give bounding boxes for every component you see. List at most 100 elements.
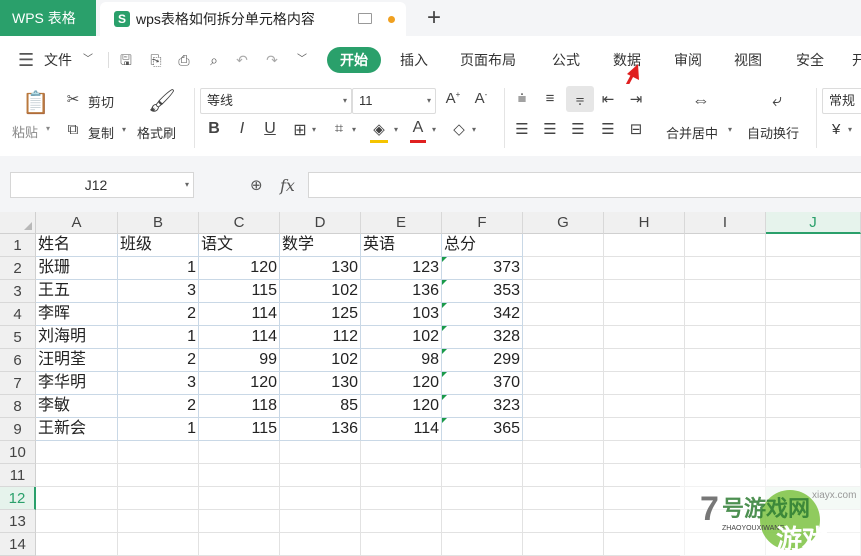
cell-j10[interactable] <box>766 441 861 464</box>
cell-d10[interactable] <box>280 441 361 464</box>
cell-c9[interactable]: 115 <box>199 418 280 441</box>
decrease-indent-icon[interactable]: ⇤ <box>598 90 618 108</box>
cell-a14[interactable] <box>36 533 118 556</box>
cell-d4[interactable]: 125 <box>280 303 361 326</box>
cell-f12[interactable] <box>442 487 523 510</box>
cell-d14[interactable] <box>280 533 361 556</box>
paste-icon[interactable]: 📋 <box>22 90 49 116</box>
cell-j3[interactable] <box>766 280 861 303</box>
cell-b7[interactable]: 3 <box>118 372 199 395</box>
cell-c10[interactable] <box>199 441 280 464</box>
cell-a8[interactable]: 李敏 <box>36 395 118 418</box>
bold-icon[interactable]: B <box>206 120 222 138</box>
cell-f8[interactable]: 323 <box>442 395 523 418</box>
cell-c7[interactable]: 120 <box>199 372 280 395</box>
row-header-8[interactable]: 8 <box>0 395 36 418</box>
cell-e3[interactable]: 136 <box>361 280 442 303</box>
cell-e1[interactable]: 英语 <box>361 234 442 257</box>
column-header-c[interactable]: C <box>199 212 280 234</box>
cell-j5[interactable] <box>766 326 861 349</box>
cell-h8[interactable] <box>604 395 685 418</box>
print-preview-icon[interactable]: ⌕ <box>206 52 222 68</box>
column-header-b[interactable]: B <box>118 212 199 234</box>
column-header-i[interactable]: I <box>685 212 766 234</box>
cell-c11[interactable] <box>199 464 280 487</box>
cell-d12[interactable] <box>280 487 361 510</box>
save-icon[interactable]: 🖫 <box>118 52 134 68</box>
cell-j8[interactable] <box>766 395 861 418</box>
justify-icon[interactable]: ☰ <box>598 120 618 138</box>
cell-c13[interactable] <box>199 510 280 533</box>
cell-b11[interactable] <box>118 464 199 487</box>
cell-e13[interactable] <box>361 510 442 533</box>
cell-g1[interactable] <box>523 234 604 257</box>
cell-i4[interactable] <box>685 303 766 326</box>
hamburger-icon[interactable]: ☰ <box>18 51 34 69</box>
cell-b8[interactable]: 2 <box>118 395 199 418</box>
column-header-g[interactable]: G <box>523 212 604 234</box>
cell-f6[interactable]: 299 <box>442 349 523 372</box>
row-header-12[interactable]: 12 <box>0 487 36 510</box>
currency-chevron-icon[interactable]: ▾ <box>848 125 852 134</box>
borders-icon[interactable]: ⊞ <box>292 120 308 140</box>
fill-color-icon[interactable]: ◈ <box>370 120 388 138</box>
cell-d13[interactable] <box>280 510 361 533</box>
copy-chevron-icon[interactable]: ▾ <box>122 125 126 134</box>
cell-h7[interactable] <box>604 372 685 395</box>
row-header-1[interactable]: 1 <box>0 234 36 257</box>
format-painter-icon[interactable]: 🖌 <box>148 88 176 114</box>
format-painter-button[interactable]: 格式刷 <box>137 123 176 142</box>
cell-j9[interactable] <box>766 418 861 441</box>
cell-i3[interactable] <box>685 280 766 303</box>
cell-a11[interactable] <box>36 464 118 487</box>
font-color-chevron-icon[interactable]: ▾ <box>432 125 436 134</box>
cell-b10[interactable] <box>118 441 199 464</box>
cell-h14[interactable] <box>604 533 685 556</box>
cell-c6[interactable]: 99 <box>199 349 280 372</box>
cell-g13[interactable] <box>523 510 604 533</box>
underline-icon[interactable]: U <box>262 120 278 138</box>
select-all-corner[interactable] <box>0 212 36 234</box>
paste-button[interactable]: 粘贴 <box>12 122 38 141</box>
cell-j6[interactable] <box>766 349 861 372</box>
redo-icon[interactable]: ↷ <box>264 52 280 68</box>
cell-h13[interactable] <box>604 510 685 533</box>
cell-f3[interactable]: 353 <box>442 280 523 303</box>
formula-input[interactable] <box>308 172 861 198</box>
align-right-icon[interactable]: ☰ <box>568 120 588 138</box>
row-header-9[interactable]: 9 <box>0 418 36 441</box>
cell-i7[interactable] <box>685 372 766 395</box>
cell-f10[interactable] <box>442 441 523 464</box>
cell-d9[interactable]: 136 <box>280 418 361 441</box>
number-format-select[interactable]: 常规 <box>822 88 861 114</box>
cell-c4[interactable]: 114 <box>199 303 280 326</box>
cell-h1[interactable] <box>604 234 685 257</box>
document-tab[interactable]: S wps表格如何拆分单元格内容 <box>100 2 406 36</box>
cell-h9[interactable] <box>604 418 685 441</box>
tab-security[interactable]: 安全 <box>796 36 824 84</box>
copy-icon[interactable]: ⧉ <box>64 121 82 138</box>
cell-a6[interactable]: 汪明荃 <box>36 349 118 372</box>
distributed-align-icon[interactable]: ⊟ <box>626 120 646 138</box>
italic-icon[interactable]: I <box>234 120 250 138</box>
cell-c5[interactable]: 114 <box>199 326 280 349</box>
cell-e7[interactable]: 120 <box>361 372 442 395</box>
cell-f1[interactable]: 总分 <box>442 234 523 257</box>
cell-c2[interactable]: 120 <box>199 257 280 280</box>
cell-a10[interactable] <box>36 441 118 464</box>
clear-chevron-icon[interactable]: ▾ <box>472 125 476 134</box>
cut-icon[interactable]: ✂ <box>64 90 82 108</box>
column-header-f[interactable]: F <box>442 212 523 234</box>
cell-e4[interactable]: 103 <box>361 303 442 326</box>
cell-g14[interactable] <box>523 533 604 556</box>
cell-h6[interactable] <box>604 349 685 372</box>
paste-chevron-icon[interactable]: ▾ <box>46 124 50 133</box>
align-center-icon[interactable]: ☰ <box>540 120 560 138</box>
cell-b4[interactable]: 2 <box>118 303 199 326</box>
fx-icon[interactable]: fx <box>280 176 295 195</box>
merge-center-icon[interactable]: ⇔ <box>688 90 714 111</box>
cell-g10[interactable] <box>523 441 604 464</box>
cell-b1[interactable]: 班级 <box>118 234 199 257</box>
cell-b9[interactable]: 1 <box>118 418 199 441</box>
cell-i8[interactable] <box>685 395 766 418</box>
